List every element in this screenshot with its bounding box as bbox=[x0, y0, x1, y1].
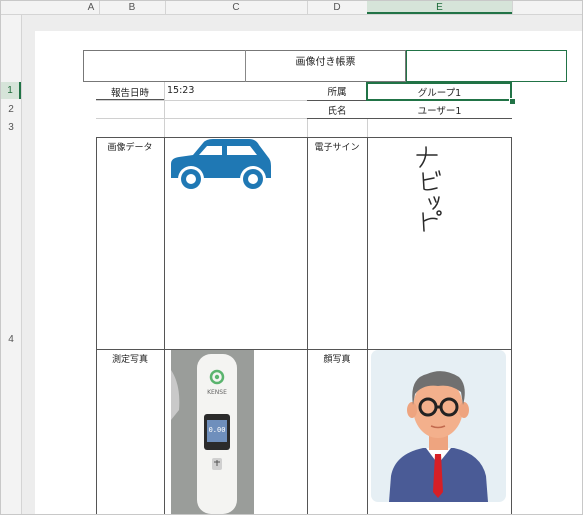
column-header-a[interactable]: A bbox=[83, 1, 99, 14]
column-header-b[interactable]: B bbox=[99, 1, 165, 14]
affiliation-label: 所属 bbox=[327, 87, 347, 98]
column-header-bar: A B C D E bbox=[1, 1, 582, 15]
measurement-photo-label: 測定写真 bbox=[111, 355, 148, 365]
selected-cell-e1[interactable] bbox=[366, 82, 512, 101]
image-data-label: 画像データ bbox=[107, 143, 153, 153]
handwritten-signature[interactable] bbox=[409, 143, 459, 238]
row-header-bar: 1 2 3 4 bbox=[1, 15, 22, 514]
spreadsheet-window: A B C D E 1 2 3 4 画像付き帳票 報告日時 15:23 所属 グ… bbox=[0, 0, 583, 515]
person-avatar[interactable] bbox=[371, 350, 506, 502]
report-datetime-value[interactable]: 15:23 bbox=[167, 85, 267, 96]
row-header-2[interactable]: 2 bbox=[1, 101, 21, 118]
name-value[interactable]: ユーザー1 bbox=[367, 103, 512, 117]
fill-handle[interactable] bbox=[509, 98, 516, 105]
face-photo-label: 顔写真 bbox=[323, 355, 351, 365]
device-brand: KENSE bbox=[207, 389, 227, 396]
column-header-e[interactable]: E bbox=[367, 1, 512, 14]
row-header-4[interactable]: 4 bbox=[1, 331, 21, 348]
report-datetime-label: 報告日時 bbox=[110, 88, 149, 99]
title-side-cell[interactable] bbox=[406, 50, 567, 82]
device-reading: 0.00 bbox=[208, 426, 226, 434]
car-icon[interactable] bbox=[167, 138, 273, 192]
sheet-title: 画像付き帳票 bbox=[295, 57, 356, 68]
column-header-d[interactable]: D bbox=[307, 1, 367, 14]
alcohol-checker-photo[interactable]: KENSE 0.00 bbox=[171, 350, 254, 514]
name-label: 氏名 bbox=[327, 106, 347, 117]
signature-label: 電子サイン bbox=[314, 143, 360, 153]
row-header-1[interactable]: 1 bbox=[1, 82, 21, 99]
row-header-3[interactable]: 3 bbox=[1, 119, 21, 136]
column-header-c[interactable]: C bbox=[165, 1, 307, 14]
